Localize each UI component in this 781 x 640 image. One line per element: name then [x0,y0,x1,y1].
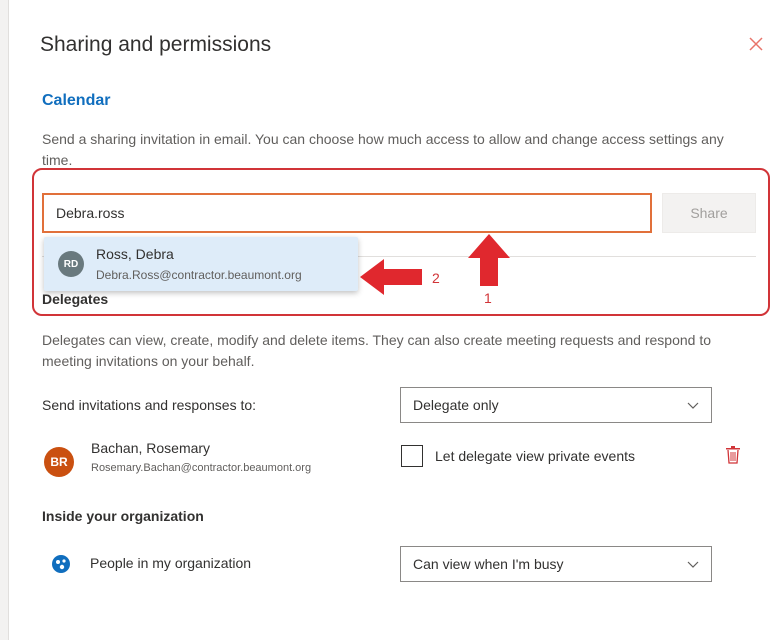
view-private-events-checkbox[interactable] [401,445,423,467]
share-button[interactable]: Share [662,193,756,233]
calendar-section-title: Calendar [42,92,111,109]
people-in-org-label: People in my organization [90,555,252,571]
org-permission-dropdown[interactable]: Can view when I'm busy [400,546,712,582]
org-people-icon [52,555,70,573]
close-icon[interactable] [748,36,764,52]
chevron-down-icon [687,397,699,413]
chevron-down-icon [687,556,699,572]
annotation-label-1: 1 [484,290,492,306]
left-edge [0,0,9,640]
share-input[interactable] [42,193,652,233]
avatar: RD [58,251,84,277]
trash-icon[interactable] [726,446,740,464]
avatar: BR [44,447,74,477]
calendar-description: Send a sharing invitation in email. You … [42,131,724,168]
send-invitations-value: Delegate only [413,397,499,413]
delegates-header: Delegates [42,291,109,307]
delegates-description: Delegates can view, create, modify and d… [42,332,712,369]
suggestion-email: Debra.Ross@contractor.beaumont.org [96,268,302,282]
organization-header: Inside your organization [42,508,204,524]
send-invitations-label: Send invitations and responses to: [42,397,257,413]
delegate-name: Bachan, Rosemary [91,440,211,456]
arrow-left-icon [360,257,422,297]
suggestion-item[interactable]: RD Ross, Debra Debra.Ross@contractor.bea… [44,237,358,291]
send-invitations-dropdown[interactable]: Delegate only [400,387,712,423]
delegate-email: Rosemary.Bachan@contractor.beaumont.org [91,462,312,474]
view-private-events-label: Let delegate view private events [435,448,636,464]
annotation-label-2: 2 [432,270,440,286]
dialog-title: Sharing and permissions [40,33,272,56]
org-permission-value: Can view when I'm busy [413,556,564,572]
arrow-up-icon [468,234,510,286]
suggestion-name: Ross, Debra [96,246,174,262]
